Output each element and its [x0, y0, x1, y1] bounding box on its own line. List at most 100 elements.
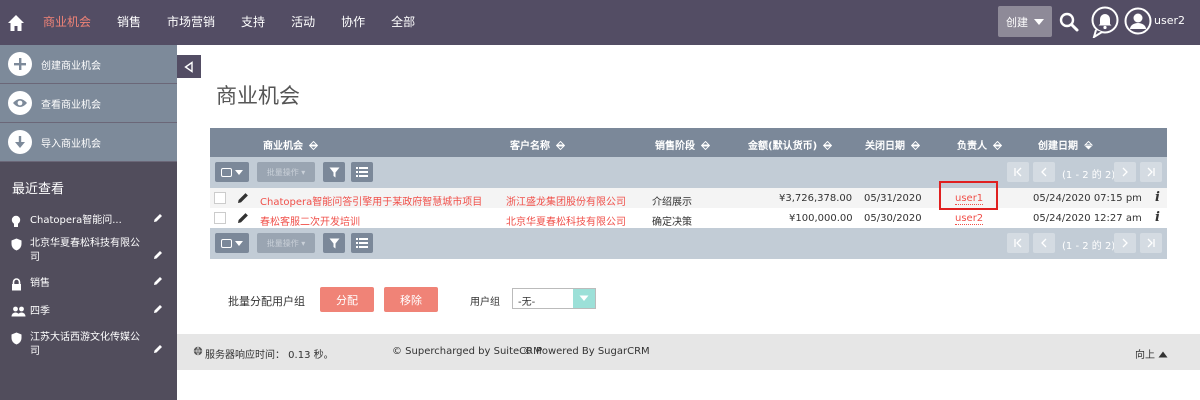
chevron-right-icon [1122, 167, 1128, 177]
filter-button[interactable] [323, 233, 345, 253]
filter-icon [329, 167, 339, 177]
opportunity-name-link[interactable]: 春松客服二次开发培训 [260, 213, 360, 229]
info-icon[interactable]: i [1155, 210, 1160, 225]
avatar[interactable] [1124, 7, 1152, 38]
nav-activities[interactable]: 活动 [278, 0, 328, 45]
next-page-button[interactable] [1114, 162, 1136, 182]
recent-item[interactable]: Chatopera智能问... [0, 214, 177, 228]
filter-button[interactable] [323, 162, 345, 182]
account-name-link[interactable]: 浙江盛龙集团股份有限公司 [506, 193, 626, 209]
sidebar-action-view[interactable]: 查看商业机会 [0, 84, 177, 123]
assign-button[interactable]: 分配 [320, 287, 374, 312]
column-header-amount[interactable]: 金额(默认货币) [748, 137, 833, 152]
pencil-icon[interactable] [153, 213, 163, 228]
nav-opportunities[interactable]: 商业机会 [30, 0, 104, 45]
row-checkbox[interactable] [214, 212, 226, 224]
chevron-left-icon [1041, 238, 1047, 248]
suitecrm-credit[interactable]: © Supercharged by SuiteCRM [392, 346, 542, 357]
pagination-count: (1 - 2 的 2) [1062, 241, 1116, 252]
select-dropdown-button[interactable] [215, 233, 249, 253]
recent-item[interactable]: 江苏大话西游文化传媒公司 [0, 331, 177, 359]
next-page-button[interactable] [1114, 233, 1136, 253]
recent-item-label: 销售 [30, 278, 50, 289]
column-header-stage[interactable]: 销售阶段 [655, 137, 710, 152]
column-header-name[interactable]: 商业机会 [263, 137, 318, 152]
select-dropdown-button[interactable] [215, 162, 249, 182]
recent-item[interactable]: 销售 [0, 277, 177, 291]
row-checkbox[interactable] [214, 192, 226, 204]
column-header-owner[interactable]: 负责人 [957, 137, 1002, 152]
sort-icon [556, 141, 565, 150]
plus-icon [8, 52, 32, 76]
column-chooser-button[interactable] [351, 233, 373, 253]
nav-marketing[interactable]: 市场营销 [154, 0, 228, 45]
pencil-icon[interactable] [153, 276, 163, 291]
nav-all[interactable]: 全部 [378, 0, 428, 45]
owner-link[interactable]: user2 [955, 213, 984, 225]
remove-button[interactable]: 移除 [384, 287, 438, 312]
sidebar: 创建商业机会 查看商业机会 导入商业机会 最近查看 Chatopera智能问..… [0, 45, 177, 400]
nav-sales[interactable]: 销售 [104, 0, 154, 45]
users-icon [11, 306, 26, 322]
back-to-top-link[interactable]: 向上 [1135, 346, 1168, 361]
nav-support[interactable]: 支持 [228, 0, 278, 45]
group-label: 用户组 [470, 297, 500, 308]
footer: 服务器响应时间： 0.13 秒。 © Supercharged by Suite… [177, 334, 1200, 370]
response-time: 服务器响应时间： 0.13 秒。 [205, 350, 334, 361]
search-icon[interactable] [1058, 11, 1080, 36]
sort-icon [701, 141, 710, 150]
create-button[interactable]: 创建 [998, 6, 1052, 37]
nav-collaboration[interactable]: 协作 [328, 0, 378, 45]
recent-item-label: Chatopera智能问... [30, 215, 122, 226]
recent-item-label: 江苏大话西游文化传媒公司 [30, 332, 140, 357]
column-header-created[interactable]: 创建日期 [1038, 137, 1093, 152]
prev-page-button[interactable] [1033, 162, 1055, 182]
recent-item[interactable]: 北京华夏春松科技有限公司 [0, 237, 177, 265]
lightbulb-icon [11, 215, 21, 233]
group-select[interactable]: -无- [512, 288, 596, 309]
first-page-button[interactable] [1007, 233, 1029, 253]
bell-icon[interactable] [1090, 6, 1120, 41]
pencil-icon[interactable] [153, 250, 163, 265]
collapse-sidebar-button[interactable] [177, 55, 201, 78]
bulk-action-button[interactable]: 批量操作 ▾ [257, 162, 315, 182]
column-header-close-date[interactable]: 关闭日期 [865, 137, 920, 152]
sidebar-action-label: 查看商业机会 [41, 99, 101, 111]
first-page-button[interactable] [1007, 162, 1029, 182]
last-page-icon [1147, 238, 1155, 248]
checkbox-icon [221, 238, 232, 248]
column-chooser-button[interactable] [351, 162, 373, 182]
sidebar-action-label: 导入商业机会 [41, 138, 101, 150]
pencil-icon[interactable] [153, 304, 163, 319]
sort-icon [993, 141, 1002, 150]
sugarcrm-credit[interactable]: © Powered By SugarCRM [523, 346, 650, 357]
shield-icon [11, 332, 22, 350]
info-icon[interactable]: i [1155, 190, 1160, 205]
pencil-icon[interactable] [237, 212, 249, 227]
chevron-down-icon [235, 169, 243, 175]
list-view-table: 商业机会 客户名称 销售阶段 金额(默认货币) 关闭日期 负责人 创建日期 批量… [210, 128, 1167, 259]
recent-item[interactable]: 四季 [0, 305, 177, 319]
sort-icon [309, 141, 318, 150]
home-icon[interactable] [2, 0, 30, 45]
sidebar-action-import[interactable]: 导入商业机会 [0, 123, 177, 162]
chevron-down-icon [573, 289, 595, 308]
close-date: 05/31/2020 [864, 193, 922, 204]
sort-icon [911, 141, 920, 150]
chevron-left-icon [1041, 167, 1047, 177]
pencil-icon[interactable] [237, 192, 249, 207]
last-page-button[interactable] [1140, 162, 1162, 182]
bulk-action-button[interactable]: 批量操作 ▾ [257, 233, 315, 253]
column-header-account[interactable]: 客户名称 [510, 137, 565, 152]
account-name-link[interactable]: 北京华夏春松科技有限公司 [506, 213, 626, 229]
sidebar-action-create[interactable]: 创建商业机会 [0, 45, 177, 84]
globe-icon [193, 346, 203, 359]
chevron-right-icon [1122, 238, 1128, 248]
user-name[interactable]: user2 [1154, 14, 1185, 27]
last-page-button[interactable] [1140, 233, 1162, 253]
pencil-icon[interactable] [153, 344, 163, 359]
opportunity-name-link[interactable]: Chatopera智能问答引擎用于某政府智慧城市项目 [260, 193, 483, 209]
pagination-count: (1 - 2 的 2) [1062, 170, 1116, 181]
prev-page-button[interactable] [1033, 233, 1055, 253]
table-row: 春松客服二次开发培训 北京华夏春松科技有限公司 确定决策 ¥100,000.00… [210, 208, 1167, 229]
